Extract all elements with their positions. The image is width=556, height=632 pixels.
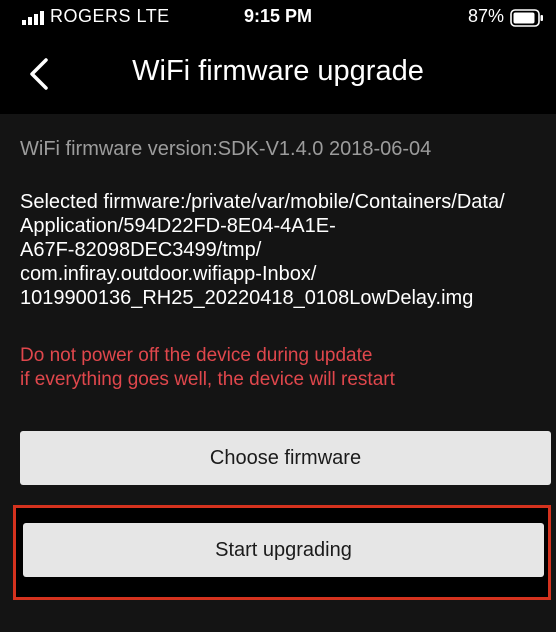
choose-firmware-button[interactable]: Choose firmware xyxy=(20,431,551,485)
start-upgrading-highlight: Start upgrading xyxy=(13,505,551,600)
status-bar: ROGERS LTE 9:15 PM 87% xyxy=(0,0,556,34)
choose-firmware-label: Choose firmware xyxy=(209,446,362,469)
battery-percentage: 87% xyxy=(467,6,504,26)
selected-firmware-text: Selected firmware:/private/var/mobile/Co… xyxy=(20,191,505,309)
start-upgrading-label: Start upgrading xyxy=(215,538,352,561)
firmware-version-text: WiFi firmware version:SDK-V1.4.0 2018-06… xyxy=(20,138,432,160)
battery-icon xyxy=(510,9,543,27)
page-title: WiFi firmware upgrade xyxy=(132,55,424,87)
start-upgrading-button[interactable]: Start upgrading xyxy=(23,523,544,577)
firmware-upgrade-panel: WiFi firmware version:SDK-V1.4.0 2018-06… xyxy=(0,114,556,632)
navigation-bar: WiFi firmware upgrade xyxy=(0,34,556,114)
update-warning-text: Do not power off the device during updat… xyxy=(20,345,395,390)
